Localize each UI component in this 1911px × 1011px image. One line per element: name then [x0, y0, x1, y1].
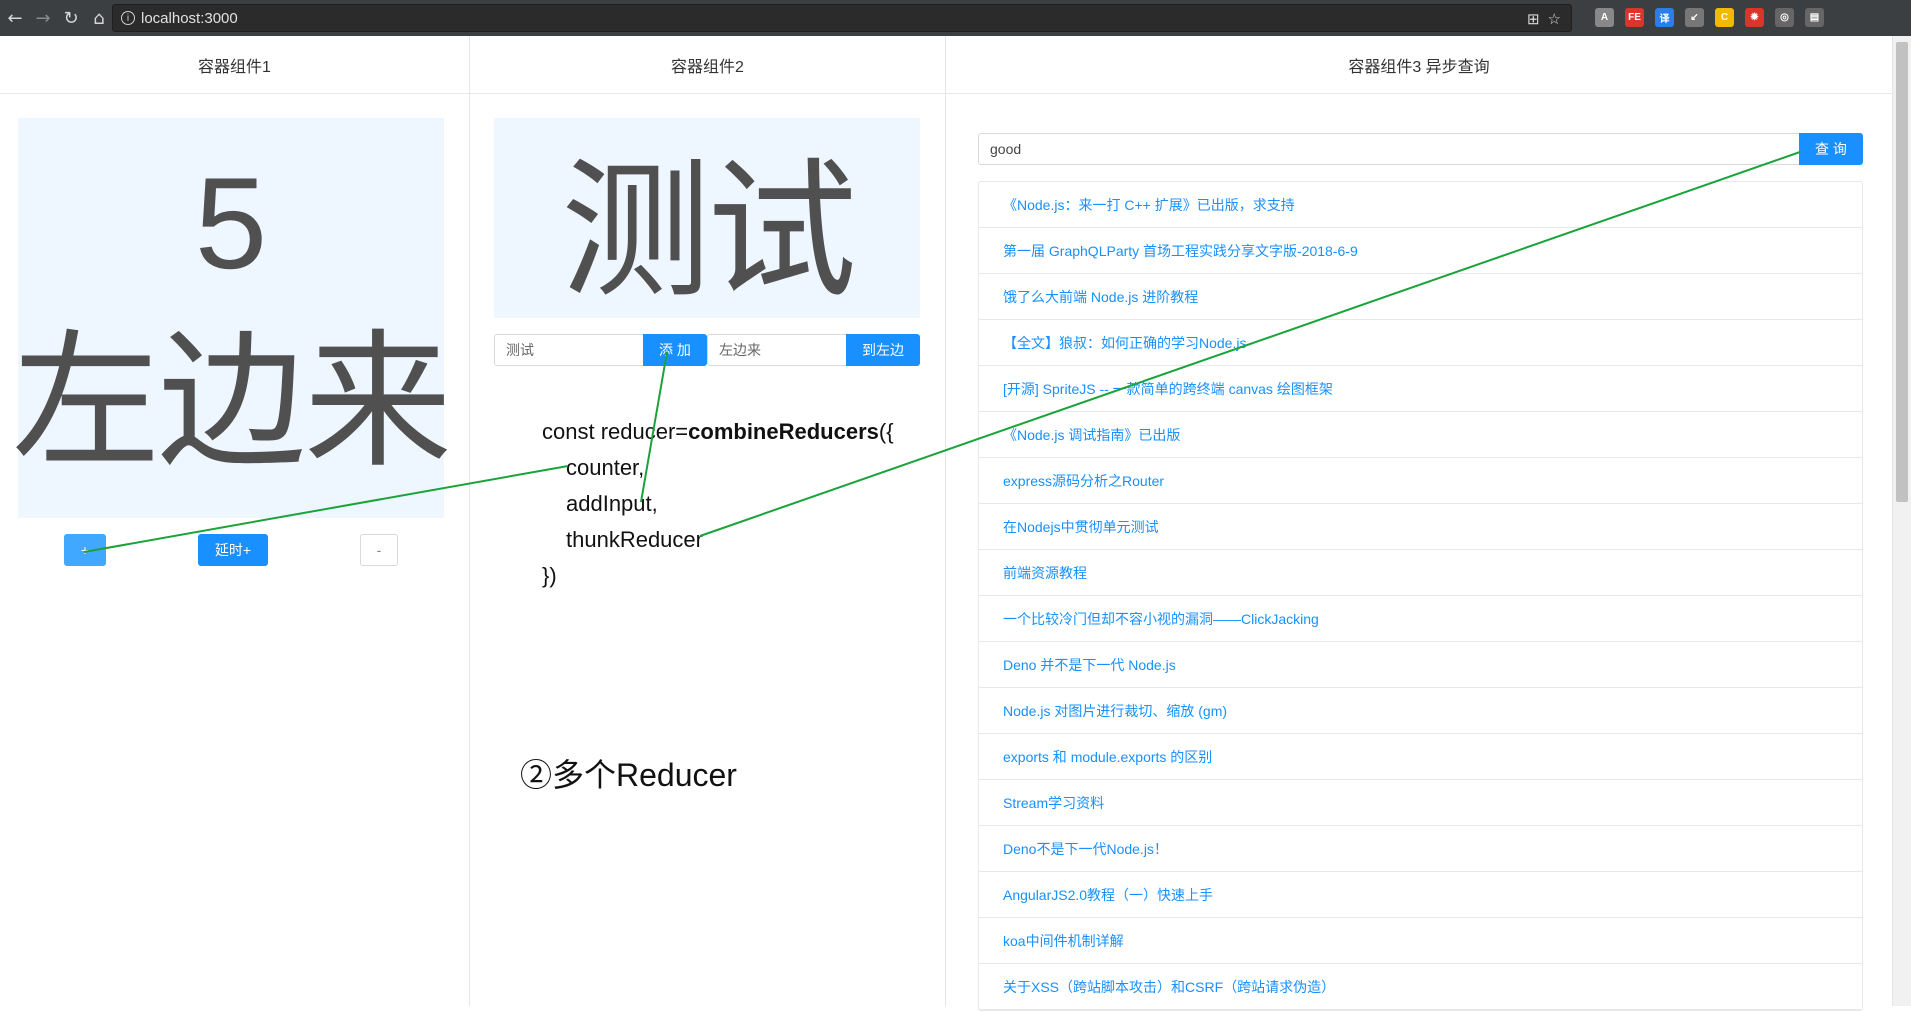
code-snippet: const reducer=combineReducers({ counter,… [542, 414, 894, 594]
container-2: 容器组件2 测试 测试 添 加 左边来 到左边 const reducer=co… [470, 36, 946, 1006]
container-1: 容器组件1 5 左边来 + 延时+ - [0, 36, 470, 1006]
result-item[interactable]: Stream学习资料 [979, 780, 1862, 826]
add-button[interactable]: 添 加 [643, 334, 707, 366]
browser-toolbar: ← → ↻ ⌂ i localhost:3000 ⊞ ☆ A FE 译 ↙ C ✹ ◎ ▤ [0, 0, 1911, 36]
result-item[interactable]: koa中间件机制详解 [979, 918, 1862, 964]
arrow-extension-icon[interactable]: ↙ [1685, 8, 1704, 27]
container-3: 容器组件3 异步查询 good 查 询 《Node.js：来一打 C++ 扩展》… [946, 36, 1892, 1011]
info-icon[interactable]: i [121, 11, 135, 25]
search-input[interactable]: good [978, 133, 1802, 165]
plus-button[interactable]: + [64, 534, 106, 566]
search-button[interactable]: 查 询 [1799, 133, 1863, 165]
code-line: const reducer=combineReducers({ [542, 414, 894, 450]
code-line: }) [542, 563, 557, 588]
result-item[interactable]: AngularJS2.0教程（一）快速上手 [979, 872, 1862, 918]
counter-value: 5 [194, 150, 268, 296]
code-line: counter, [566, 455, 645, 480]
scrollbar-thumb[interactable] [1896, 42, 1908, 502]
page-scrollbar[interactable] [1892, 36, 1911, 1006]
counter-display: 5 左边来 [12, 118, 452, 518]
target-extension-icon[interactable]: ◎ [1775, 8, 1794, 27]
address-bar[interactable]: i localhost:3000 ⊞ ☆ [112, 4, 1572, 32]
code-text: ({ [878, 419, 894, 444]
container-3-title: 容器组件3 异步查询 [946, 36, 1892, 94]
result-item[interactable]: 【全文】狼叔：如何正确的学习Node.js [979, 320, 1862, 366]
coin-extension-icon[interactable]: C [1715, 8, 1734, 27]
fe-extension-icon[interactable]: FE [1625, 8, 1644, 27]
bookmark-star-icon[interactable]: ☆ [1548, 10, 1561, 28]
text-input[interactable]: 测试 [494, 334, 644, 366]
extensions-bar: A FE 译 ↙ C ✹ ◎ ▤ [1595, 8, 1824, 27]
reload-icon[interactable]: ↻ [58, 5, 84, 31]
translate-icon[interactable]: ⊞ [1527, 10, 1540, 28]
counter-text: 左边来 [12, 316, 452, 488]
to-left-input[interactable]: 左边来 [707, 334, 847, 366]
to-left-button[interactable]: 到左边 [846, 334, 920, 366]
back-icon[interactable]: ← [2, 5, 28, 31]
screen-extension-icon[interactable]: ▤ [1805, 8, 1824, 27]
result-item[interactable]: Deno不是下一代Node.js！ [979, 826, 1862, 872]
result-item[interactable]: 第一届 GraphQLParty 首场工程实践分享文字版-2018-6-9 [979, 228, 1862, 274]
result-item[interactable]: Deno 并不是下一代 Node.js [979, 642, 1862, 688]
results-list: 《Node.js：来一打 C++ 扩展》已出版，求支持 第一届 GraphQLPa… [978, 181, 1863, 1011]
result-item[interactable]: 一个比较冷门但却不容小视的漏洞——ClickJacking [979, 596, 1862, 642]
code-line: addInput, [566, 491, 658, 516]
a-extension-icon[interactable]: A [1595, 8, 1614, 27]
result-item[interactable]: 饿了么大前端 Node.js 进阶教程 [979, 274, 1862, 320]
result-item[interactable]: [开源] SpriteJS -- 一款简单的跨终端 canvas 绘图框架 [979, 366, 1862, 412]
code-line: thunkReducer [566, 527, 703, 552]
code-bold-text: combineReducers [688, 419, 879, 444]
minus-button[interactable]: - [360, 534, 398, 566]
result-item[interactable]: 关于XSS（跨站脚本攻击）和CSRF（跨站请求伪造） [979, 964, 1862, 1010]
translate-extension-icon[interactable]: 译 [1655, 8, 1674, 27]
result-item[interactable]: express源码分析之Router [979, 458, 1862, 504]
result-item[interactable]: exports 和 module.exports 的区别 [979, 734, 1862, 780]
container-1-title: 容器组件1 [0, 36, 469, 94]
result-item[interactable]: 《Node.js 调试指南》已出版 [979, 412, 1862, 458]
url-text: localhost:3000 [141, 9, 238, 27]
delay-plus-button[interactable]: 延时+ [198, 534, 268, 566]
annotation-text: ②多个Reducer [520, 757, 737, 793]
text-display: 测试 [494, 118, 920, 319]
forward-icon[interactable]: → [30, 5, 56, 31]
result-item[interactable]: 《Node.js：来一打 C++ 扩展》已出版，求支持 [979, 182, 1862, 228]
bug-extension-icon[interactable]: ✹ [1745, 8, 1764, 27]
home-icon[interactable]: ⌂ [86, 5, 112, 31]
app-page: 容器组件1 5 左边来 + 延时+ - 容器组件2 测试 测试 添 加 左边来 … [0, 36, 1911, 1011]
container-2-title: 容器组件2 [470, 36, 945, 94]
result-item[interactable]: 前端资源教程 [979, 550, 1862, 596]
result-item[interactable]: Node.js 对图片进行裁切、缩放 (gm) [979, 688, 1862, 734]
result-item[interactable]: 在Nodejs中贯彻单元测试 [979, 504, 1862, 550]
code-text: const reducer= [542, 419, 689, 444]
